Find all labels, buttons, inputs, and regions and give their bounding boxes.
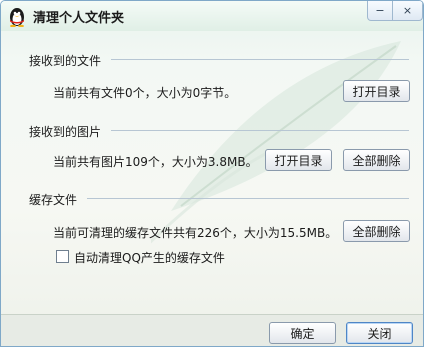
open-files-directory-button[interactable]: 打开目录 bbox=[343, 80, 410, 102]
delete-all-images-label: 全部删除 bbox=[352, 153, 401, 168]
close-button[interactable]: 关闭 bbox=[346, 322, 413, 344]
window-title: 清理个人文件夹 bbox=[33, 11, 125, 26]
open-images-directory-button[interactable]: 打开目录 bbox=[265, 149, 332, 171]
delete-all-cache-button[interactable]: 全部删除 bbox=[343, 220, 410, 242]
cache-files-heading: 缓存文件 bbox=[29, 193, 78, 207]
delete-all-cache-label: 全部删除 bbox=[352, 224, 401, 239]
open-files-directory-label: 打开目录 bbox=[352, 84, 401, 99]
close-window-button[interactable]: × bbox=[392, 1, 423, 21]
minimize-button[interactable]: − bbox=[367, 1, 393, 21]
section-divider bbox=[111, 130, 409, 131]
auto-clean-checkbox[interactable] bbox=[56, 250, 69, 263]
qq-penguin-icon bbox=[10, 8, 24, 27]
close-label: 关闭 bbox=[367, 326, 392, 341]
title-bar[interactable]: 清理个人文件夹 − × bbox=[1, 1, 423, 31]
cache-files-info: 当前可清理的缓存文件共有226个，大小为15.5MB。 bbox=[53, 226, 338, 240]
ok-label: 确定 bbox=[290, 326, 315, 341]
open-images-directory-label: 打开目录 bbox=[274, 153, 323, 168]
ok-button[interactable]: 确定 bbox=[269, 322, 336, 344]
dialog-footer: 确定 关闭 bbox=[1, 314, 423, 346]
section-divider bbox=[87, 198, 409, 199]
section-divider bbox=[111, 59, 409, 60]
auto-clean-label[interactable]: 自动清理QQ产生的缓存文件 bbox=[74, 249, 225, 266]
received-images-info: 当前共有图片109个，大小为3.8MB。 bbox=[53, 155, 258, 169]
delete-all-images-button[interactable]: 全部删除 bbox=[343, 149, 410, 171]
received-images-heading: 接收到的图片 bbox=[29, 125, 102, 139]
received-files-info: 当前共有文件0个，大小为0字节。 bbox=[53, 86, 237, 100]
received-files-heading: 接收到的文件 bbox=[29, 54, 102, 68]
minimize-icon: − bbox=[375, 4, 385, 17]
close-icon: × bbox=[402, 4, 413, 17]
cleanup-dialog: 清理个人文件夹 − × 接收到的文件 当前共有文件0个，大小为0字节。 打开目录… bbox=[0, 0, 424, 347]
